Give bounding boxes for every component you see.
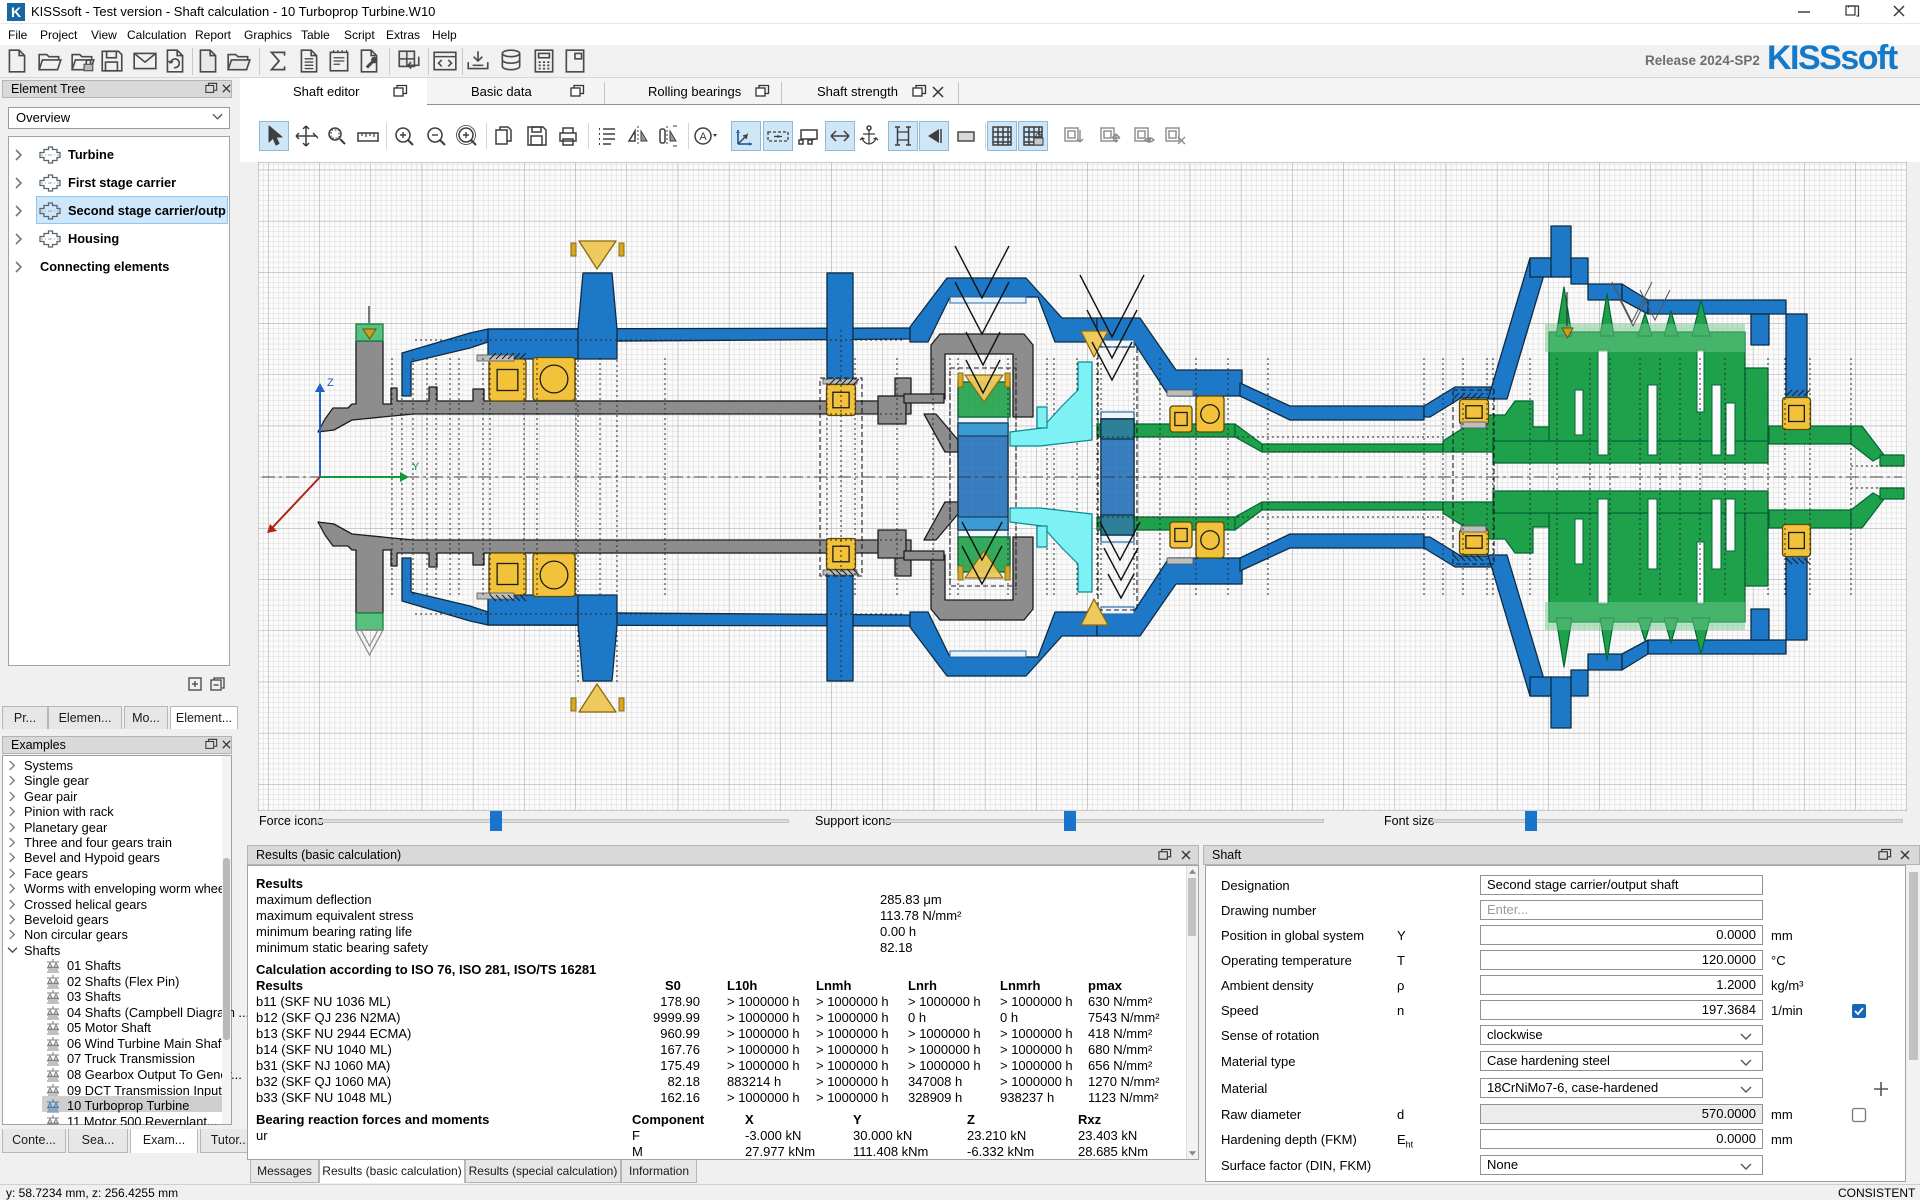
svg-text:Z: Z: [327, 377, 334, 389]
svg-text:Y: Y: [412, 461, 420, 473]
svg-text:A: A: [699, 131, 707, 143]
